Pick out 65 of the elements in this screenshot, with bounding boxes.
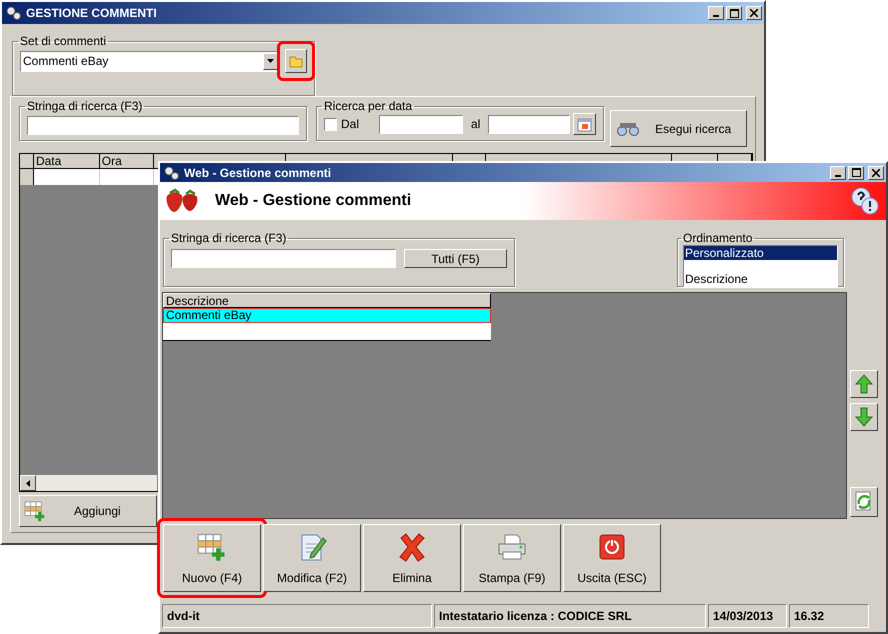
close-button[interactable] — [746, 6, 762, 20]
column-header: Descrizione — [163, 293, 491, 308]
group-label: Stringa di ricerca (F3) — [26, 99, 144, 113]
move-down-button[interactable] — [850, 403, 878, 431]
date-from-checkbox[interactable] — [324, 118, 337, 130]
window-title: Web - Gestione commenti — [184, 164, 332, 182]
up-arrow-icon — [855, 374, 873, 394]
minimize-icon — [835, 174, 841, 176]
maximize-button[interactable] — [726, 6, 742, 20]
list-row[interactable]: Commenti eBay — [163, 308, 491, 323]
status-field: 14/03/2013 — [708, 604, 787, 628]
action-button[interactable]: Nuovo (F4) — [163, 524, 261, 592]
column-header: Ora — [102, 154, 122, 168]
status-field: dvd-it — [162, 604, 432, 628]
minimize-icon — [713, 15, 719, 17]
help-icon — [850, 186, 880, 216]
window-title: GESTIONE COMMENTI — [26, 5, 157, 22]
action-button[interactable]: Uscita (ESC) — [563, 524, 661, 592]
status-field: 16.32 — [789, 604, 869, 628]
refresh-button[interactable] — [850, 487, 878, 517]
maximize-icon — [852, 168, 860, 177]
from-label: Dal — [341, 116, 360, 133]
close-button[interactable] — [868, 166, 884, 180]
search-field[interactable] — [171, 249, 396, 268]
add-button[interactable]: Aggiungi — [19, 495, 157, 527]
printer-icon — [496, 532, 528, 562]
cross-icon — [397, 532, 427, 562]
grid-plus-icon — [197, 532, 227, 562]
grid-plus-icon — [24, 500, 46, 522]
close-icon — [872, 168, 880, 176]
maximize-icon — [730, 8, 738, 18]
to-label: al — [471, 116, 480, 133]
left-arrow-icon — [26, 480, 30, 486]
close-icon — [750, 9, 758, 17]
group-label: Ricerca per data — [323, 99, 414, 113]
horizontal-scrollbar[interactable] — [20, 475, 157, 491]
date-from-field[interactable] — [379, 114, 463, 134]
sorting-option[interactable]: Personalizzato — [684, 246, 837, 260]
action-button[interactable]: Modifica (F2) — [263, 524, 361, 592]
minimize-button[interactable] — [708, 6, 724, 20]
power-icon — [599, 534, 625, 560]
action-button[interactable]: Stampa (F9) — [463, 524, 561, 592]
dropdown-arrow-icon — [267, 59, 274, 63]
calendar-button[interactable] — [573, 113, 596, 135]
group-label: Ordinamento — [682, 231, 754, 245]
status-field: Intestatario licenza : CODICE SRL — [434, 604, 706, 628]
search-field[interactable] — [27, 116, 299, 134]
group-label: Stringa di ricerca (F3) — [170, 231, 288, 245]
minimize-button[interactable] — [830, 166, 846, 180]
banner-title: Web - Gestione commenti — [215, 191, 412, 211]
calendar-icon — [577, 116, 592, 132]
column-header: Data — [36, 154, 62, 168]
move-up-button[interactable] — [850, 370, 878, 398]
down-arrow-icon — [855, 407, 873, 427]
show-all-button[interactable]: Tutti (F5) — [404, 249, 507, 268]
binoculars-icon — [616, 120, 640, 136]
run-search-button[interactable]: Esegui ricerca — [610, 110, 747, 147]
date-to-field[interactable] — [488, 114, 570, 134]
folder-button[interactable] — [285, 49, 307, 73]
action-button[interactable]: Elimina — [363, 524, 461, 592]
group-label: Set di commenti — [19, 34, 108, 48]
maximize-button[interactable] — [848, 166, 864, 180]
folder-icon — [289, 54, 303, 68]
comment-set-dropdown[interactable]: Commenti eBay — [20, 50, 279, 72]
sorting-option[interactable]: Descrizione — [684, 272, 837, 286]
